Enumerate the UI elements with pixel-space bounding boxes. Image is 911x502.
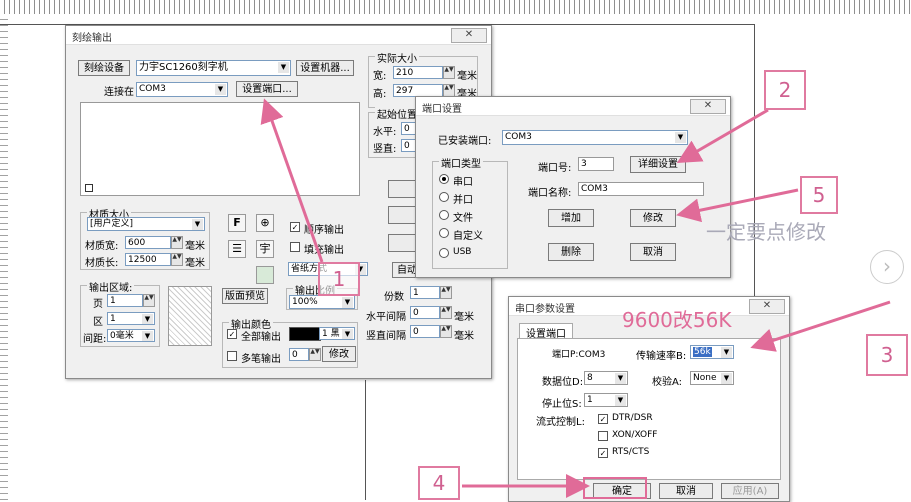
chevron-right-icon[interactable]: ›: [870, 250, 904, 284]
annotation-baud-note: 9600改56K: [622, 308, 732, 332]
arrow-5: [676, 188, 799, 223]
annotation-modify-note: 一定要点修改: [706, 220, 826, 244]
annotation-step-5: 5: [800, 176, 838, 214]
annotation-step-2: 2: [764, 70, 806, 110]
arrow-1: [260, 98, 324, 263]
annotation-step-1: 1: [318, 262, 360, 296]
arrow-2: [676, 108, 769, 164]
annotation-step-4: 4: [418, 466, 460, 500]
ok-highlight: [583, 477, 647, 499]
annotation-step-3: 3: [866, 334, 908, 376]
